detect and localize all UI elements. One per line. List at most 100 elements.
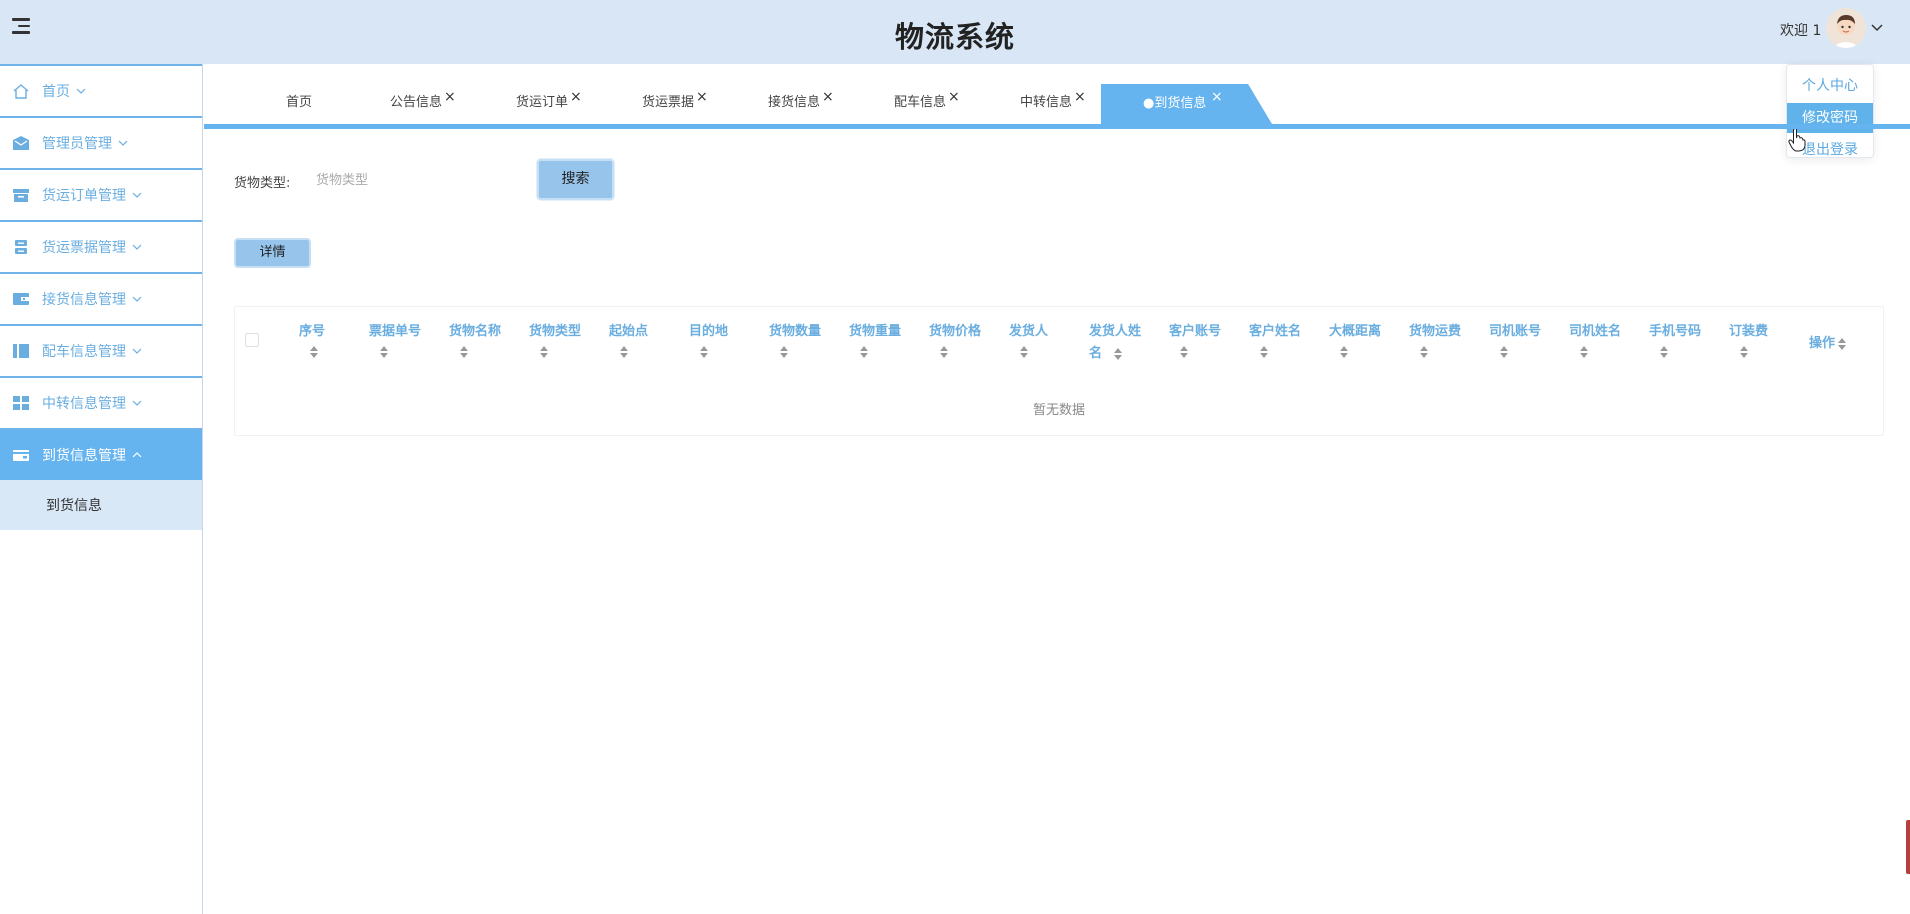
tab-underline [204, 124, 1910, 129]
column-label: 手机号码 [1649, 324, 1702, 339]
sidebar-item-bills[interactable]: 货运票据管理 [0, 220, 202, 272]
column-label: 货物类型 [529, 324, 582, 339]
app-title: 物流系统 [894, 20, 1015, 54]
chevron-up-icon [132, 452, 142, 458]
chevron-down-icon [76, 88, 86, 94]
tab-notices[interactable]: 公告信息 × [390, 84, 456, 124]
data-table: 序号 票据单号 货物名称 货物类型 起始点 目的地 货物数量 货物重量 货物价格… [234, 306, 1884, 436]
column-header[interactable]: 司机账号 [1489, 321, 1541, 343]
sidebar-item-label: 首页 [42, 84, 70, 100]
close-icon[interactable]: × [822, 78, 834, 116]
column-header[interactable]: 发货人 [1009, 321, 1048, 343]
close-icon[interactable]: × [696, 78, 708, 116]
sort-icon[interactable] [620, 345, 629, 359]
tab-label: 货运订单 [516, 95, 569, 110]
tab-home[interactable]: 首页 [286, 84, 312, 124]
sort-icon[interactable] [780, 345, 789, 359]
column-header[interactable]: 票据单号 [369, 321, 421, 343]
tab-bar: 首页 公告信息 × 货运订单 × 货运票据 × 接货信息 × 配车信息 × 中转信息 × ●… [204, 84, 1910, 124]
chevron-down-icon [118, 140, 128, 146]
column-header[interactable]: 货物重量 [849, 321, 901, 343]
sort-icon[interactable] [460, 345, 469, 359]
sort-icon[interactable] [1260, 345, 1269, 359]
sidebar-item-vehicle[interactable]: 配车信息管理 [0, 324, 202, 376]
close-icon[interactable]: × [1211, 84, 1223, 116]
column-label: 货物数量 [769, 324, 822, 339]
user-avatar[interactable] [1826, 8, 1866, 48]
tab-vehicle-info[interactable]: 配车信息 × [894, 84, 960, 124]
column-header[interactable]: 货物名称 [449, 321, 501, 343]
sort-icon[interactable] [1180, 345, 1189, 359]
column-header[interactable]: 客户账号 [1169, 321, 1221, 343]
sort-icon[interactable] [1838, 337, 1847, 351]
sort-icon[interactable] [700, 345, 709, 359]
sidebar-item-pickup[interactable]: 接货信息管理 [0, 272, 202, 324]
column-header[interactable]: 货物价格 [929, 321, 981, 343]
sort-icon[interactable] [1740, 345, 1749, 359]
sidebar-subitem-arrival-info[interactable]: 到货信息 [0, 480, 202, 530]
column-label: 序号 [299, 324, 326, 339]
column-header-actions[interactable]: 操作 [1809, 333, 1847, 355]
search-button[interactable]: 搜索 [537, 159, 614, 200]
sort-icon[interactable] [540, 345, 549, 359]
close-icon[interactable]: × [948, 78, 960, 116]
column-label: 货物运费 [1409, 324, 1462, 339]
top-header: 物流系统 欢迎 1 [0, 0, 1910, 64]
sort-icon[interactable] [1500, 345, 1509, 359]
column-header[interactable]: 序号 [299, 321, 325, 343]
close-icon[interactable]: × [570, 78, 582, 116]
column-label: 货物名称 [449, 324, 502, 339]
card-icon [13, 450, 29, 461]
column-header[interactable]: 大概距离 [1329, 321, 1381, 343]
column-header[interactable]: 货物运费 [1409, 321, 1461, 343]
tab-arrival-info[interactable]: ●到货信息 × [1101, 84, 1272, 124]
close-icon[interactable]: × [444, 78, 456, 116]
column-label: 客户姓名 [1249, 324, 1302, 339]
column-label: 目的地 [689, 324, 729, 339]
hand-cursor-icon [1788, 128, 1806, 157]
close-icon[interactable]: × [1074, 78, 1086, 116]
column-header[interactable]: 货物数量 [769, 321, 821, 343]
column-header[interactable]: 起始点 [609, 321, 648, 343]
tab-label: 公告信息 [390, 95, 443, 110]
sort-icon[interactable] [380, 345, 389, 359]
chevron-down-icon[interactable] [1870, 20, 1884, 34]
tab-transfer-info[interactable]: 中转信息 × [1020, 84, 1086, 124]
sort-icon[interactable] [1420, 345, 1429, 359]
column-label: 操作 [1809, 336, 1836, 351]
sidebar-item-transfer[interactable]: 中转信息管理 [0, 376, 202, 428]
sidebar-item-arrival[interactable]: 到货信息管理 [0, 428, 202, 480]
column-header[interactable]: 货物类型 [529, 321, 581, 343]
sidebar-item-label: 接货信息管理 [42, 292, 126, 308]
column-header[interactable]: 订装费 [1729, 321, 1768, 343]
tab-pickup-info[interactable]: 接货信息 × [768, 84, 834, 124]
welcome-text: 欢迎 1 [1780, 23, 1822, 39]
column-label: 订装费 [1729, 324, 1769, 339]
sort-icon[interactable] [1340, 345, 1349, 359]
sidebar-item-orders[interactable]: 货运订单管理 [0, 168, 202, 220]
sort-icon[interactable] [1660, 345, 1669, 359]
column-header[interactable]: 客户姓名 [1249, 321, 1301, 343]
column-header[interactable]: 手机号码 [1649, 321, 1701, 343]
sidebar-item-label: 配车信息管理 [42, 344, 126, 360]
sort-icon[interactable] [860, 345, 869, 359]
sort-icon[interactable] [310, 345, 319, 359]
sidebar-item-admin[interactable]: 管理员管理 [0, 116, 202, 168]
column-header[interactable]: 司机姓名 [1569, 321, 1621, 343]
detail-button[interactable]: 详情 [234, 238, 311, 268]
sort-icon[interactable] [940, 345, 949, 359]
sidebar-item-label: 到货信息管理 [42, 448, 126, 464]
column-label: 司机姓名 [1569, 324, 1622, 339]
column-label: 司机账号 [1489, 324, 1542, 339]
sort-icon[interactable] [1114, 347, 1123, 361]
column-label: 客户账号 [1169, 324, 1222, 339]
sidebar-item-home[interactable]: 首页 [0, 64, 202, 116]
column-header[interactable]: 目的地 [689, 321, 728, 343]
sort-icon[interactable] [1020, 345, 1029, 359]
sort-icon[interactable] [1580, 345, 1589, 359]
tab-label: 配车信息 [894, 95, 947, 110]
tab-freight-orders[interactable]: 货运订单 × [516, 84, 582, 124]
cargo-type-input[interactable] [316, 164, 516, 196]
select-all-checkbox[interactable] [245, 333, 259, 347]
tab-freight-bills[interactable]: 货运票据 × [642, 84, 708, 124]
